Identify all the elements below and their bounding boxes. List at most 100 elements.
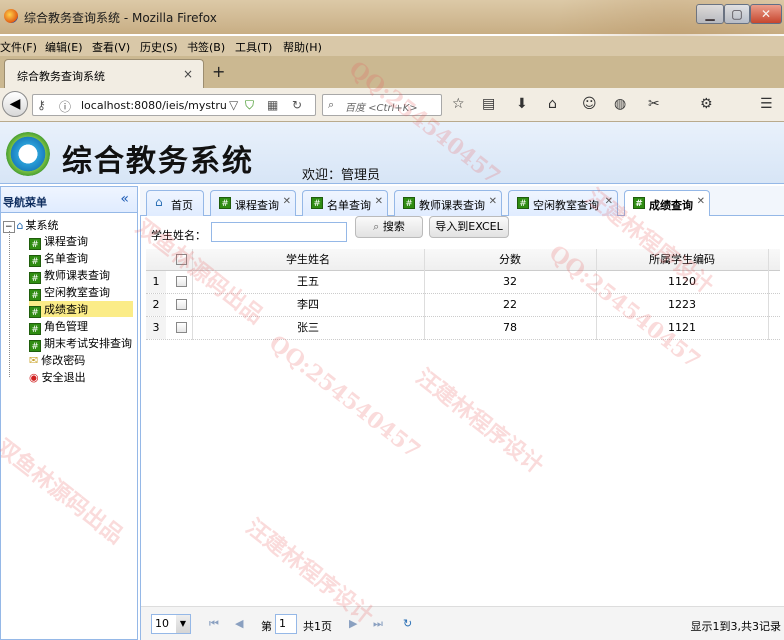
- column-header-code[interactable]: 所属学生编码: [596, 249, 768, 271]
- key-folder-icon: ✉: [29, 354, 39, 367]
- hash-icon: #: [29, 323, 41, 335]
- hash-icon: #: [29, 272, 41, 284]
- search-button-label: 搜索: [382, 220, 405, 233]
- extension-icon[interactable]: ⚙: [700, 96, 713, 112]
- page-number-input[interactable]: 1: [275, 614, 297, 634]
- row-checkbox[interactable]: [176, 322, 187, 333]
- column-header-score[interactable]: 分数: [424, 249, 596, 271]
- download-icon[interactable]: ⬇: [516, 96, 528, 112]
- tab-grade-query[interactable]: # 成绩查询 ✕: [624, 190, 710, 217]
- tab-strip: ⌂ 首页 # 课程查询 ✕ # 名单查询 ✕ # 教师课表查询 ✕ # 空闲教室…: [140, 186, 784, 217]
- home-folder-icon: ⌂: [16, 219, 24, 232]
- search-button[interactable]: ⌕ 搜索: [355, 216, 423, 238]
- table-row[interactable]: 2 李四 22 1223: [146, 294, 780, 317]
- tab-close-icon[interactable]: ✕: [375, 196, 383, 207]
- tab-close-icon[interactable]: ✕: [697, 196, 705, 207]
- sidebar-item-role-management[interactable]: # 角色管理: [29, 318, 88, 335]
- page-size-select[interactable]: 10 ▼: [151, 614, 191, 634]
- hash-icon: #: [29, 289, 41, 301]
- tab-free-classroom[interactable]: # 空闲教室查询 ✕: [508, 190, 618, 216]
- hamburger-menu-icon[interactable]: ☰: [760, 96, 773, 112]
- column-header-name[interactable]: 学生姓名: [192, 249, 424, 271]
- browser-tabstrip: 综合教务查询系统 ×: [0, 56, 784, 88]
- row-checkbox[interactable]: [176, 276, 187, 287]
- reading-list-icon[interactable]: ▤: [482, 96, 495, 112]
- menu-bookmarks[interactable]: 书签(B): [187, 39, 225, 55]
- home-icon[interactable]: ⌂: [548, 96, 557, 112]
- menu-help[interactable]: 帮助(H): [283, 39, 322, 55]
- tab-close-icon[interactable]: ✕: [489, 196, 497, 207]
- menu-tools[interactable]: 工具(T): [235, 39, 272, 55]
- first-page-icon[interactable]: ⏮: [209, 617, 219, 631]
- sidebar-item-logout[interactable]: ◉ 安全退出: [29, 369, 86, 385]
- prev-page-icon[interactable]: ◀: [235, 617, 243, 630]
- table-row[interactable]: 3 张三 78 1121: [146, 317, 780, 340]
- menu-edit[interactable]: 编辑(E): [45, 39, 83, 55]
- sidebar-item-label: 空闲教室查询: [44, 286, 110, 299]
- minimize-button[interactable]: ▁: [696, 4, 724, 24]
- sidebar-item-grade-query[interactable]: # 成绩查询: [29, 301, 133, 318]
- power-icon: ◉: [29, 371, 39, 384]
- maximize-button[interactable]: ▢: [724, 4, 750, 24]
- browser-tab-close-icon[interactable]: ×: [183, 67, 193, 81]
- hash-icon: #: [29, 238, 41, 250]
- back-button[interactable]: ◀: [2, 91, 28, 117]
- url-bar[interactable]: ⚷ ⓘ localhost:8080/ieis/mystru ▽ ⛉ ▦: [32, 94, 316, 116]
- sidebar-item-label: 角色管理: [44, 320, 88, 333]
- search-bar[interactable]: ⌕ 百度 <Ctrl+K>: [322, 94, 442, 116]
- tab-close-icon[interactable]: ✕: [605, 196, 613, 207]
- tab-course-query[interactable]: # 课程查询 ✕: [210, 190, 296, 216]
- pocket-icon[interactable]: ◍: [614, 96, 626, 112]
- cell-code: 1121: [668, 321, 696, 334]
- menu-view[interactable]: 查看(V): [92, 39, 130, 55]
- student-name-input[interactable]: [211, 222, 347, 242]
- tree-connector: [9, 231, 10, 377]
- tree-root[interactable]: − ⌂ 某系统: [3, 217, 59, 233]
- table-row[interactable]: 1 王五 32 1120: [146, 271, 780, 294]
- cell-code: 1223: [668, 298, 696, 311]
- screenshot-icon[interactable]: ✂: [648, 96, 660, 112]
- tab-home[interactable]: ⌂ 首页: [146, 190, 204, 216]
- tab-close-icon[interactable]: ✕: [283, 196, 291, 207]
- hash-icon: #: [29, 255, 41, 267]
- reload-icon[interactable]: ↻: [292, 98, 302, 112]
- menu-history[interactable]: 历史(S): [140, 39, 178, 55]
- bookmark-star-icon[interactable]: ☆: [452, 96, 465, 112]
- close-window-button[interactable]: ✕: [750, 4, 782, 24]
- page-total: 共1页: [303, 620, 332, 633]
- qr-icon[interactable]: ▦: [267, 98, 278, 112]
- row-number: 2: [146, 294, 166, 316]
- export-excel-button[interactable]: 导入到EXCEL: [429, 216, 509, 238]
- sidebar-item-roster-query[interactable]: # 名单查询: [29, 250, 88, 267]
- last-page-icon[interactable]: ⏭: [373, 617, 383, 631]
- sidebar-item-exam-schedule[interactable]: # 期末考试安排查询: [29, 335, 132, 352]
- browser-tab-label: 综合教务查询系统: [17, 70, 105, 83]
- nav-panel-header: 导航菜单 «: [1, 187, 137, 213]
- sidebar-item-teacher-schedule[interactable]: # 教师课表查询: [29, 267, 110, 284]
- tab-teacher-schedule[interactable]: # 教师课表查询 ✕: [394, 190, 502, 216]
- sidebar-item-free-classroom[interactable]: # 空闲教室查询: [29, 284, 110, 301]
- collapse-icon[interactable]: «: [120, 191, 129, 207]
- sidebar-item-change-password[interactable]: ✉ 修改密码: [29, 352, 85, 368]
- dropdown-icon[interactable]: ▽: [229, 98, 238, 112]
- tab-label: 空闲教室查询: [533, 199, 599, 212]
- menu-file[interactable]: 文件(F): [0, 39, 37, 55]
- new-tab-button[interactable]: +: [212, 62, 225, 81]
- pagination-bar: 10 ▼ ⏮ ◀ 第 1 共1页 ▶ ⏭ ↻ 显示1到3,共3记录: [141, 606, 784, 640]
- select-all-checkbox[interactable]: [176, 254, 187, 265]
- page-prefix: 第: [261, 620, 272, 633]
- tree-toggle-icon[interactable]: −: [3, 221, 15, 233]
- search-placeholder: 百度 <Ctrl+K>: [345, 103, 418, 114]
- next-page-icon[interactable]: ▶: [349, 617, 357, 630]
- hash-icon: #: [403, 197, 415, 209]
- row-checkbox[interactable]: [176, 299, 187, 310]
- sidebar-item-course-query[interactable]: # 课程查询: [29, 233, 88, 250]
- tab-roster-query[interactable]: # 名单查询 ✕: [302, 190, 388, 216]
- sync-icon[interactable]: ☺: [582, 96, 597, 112]
- browser-tab[interactable]: 综合教务查询系统 ×: [4, 59, 204, 88]
- refresh-icon[interactable]: ↻: [403, 617, 412, 630]
- content-panel: 学生姓名： ⌕ 搜索 导入到EXCEL 学生姓名 分数 所属学生编码 1 王五 …: [140, 216, 784, 640]
- hash-icon: #: [29, 340, 41, 352]
- shield-icon[interactable]: ⛉: [245, 98, 254, 113]
- key-icon: ⚷: [37, 98, 46, 112]
